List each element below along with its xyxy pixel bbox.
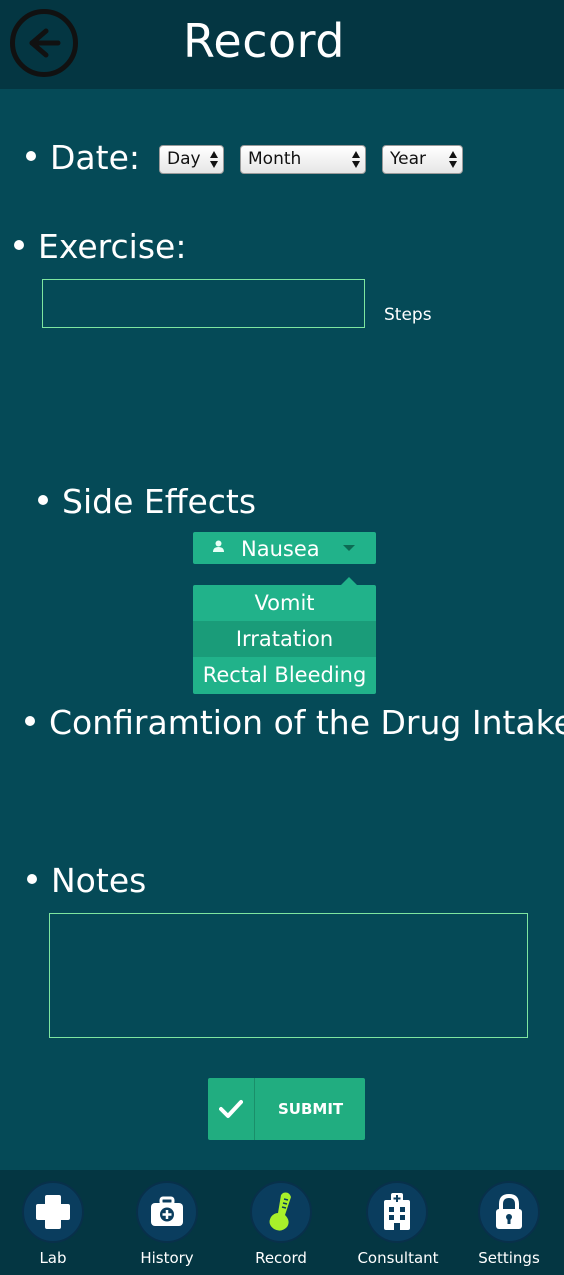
exercise-label: Exercise: [14, 227, 186, 266]
bullet [14, 239, 24, 250]
drug-intake-label: Confiramtion of the Drug Intake [25, 703, 564, 742]
check-area [208, 1078, 255, 1140]
thermometer-icon [269, 1192, 291, 1231]
nav-icon-circle [478, 1181, 540, 1243]
bullet [27, 873, 37, 884]
month-select[interactable]: Month [240, 145, 366, 174]
menu-pointer [341, 577, 357, 585]
nav-icon-circle [366, 1181, 428, 1243]
steps-input[interactable] [42, 279, 365, 328]
submit-button[interactable]: SUBMIT [208, 1078, 365, 1140]
lock-icon [496, 1193, 522, 1229]
nav-item-record[interactable]: Record [226, 1170, 336, 1275]
menu-item-rectal-bleeding[interactable]: Rectal Bleeding [193, 657, 376, 693]
select-arrows-icon [210, 151, 219, 169]
hospital-icon [384, 1193, 410, 1230]
nav-icon-circle [22, 1181, 84, 1243]
notes-textarea[interactable] [49, 913, 528, 1038]
nav-label-consultant: Consultant [357, 1249, 439, 1267]
header-bar: Record [0, 0, 564, 89]
nav-label-history: History [140, 1249, 194, 1267]
menu-item-vomit[interactable]: Vomit [193, 585, 376, 621]
medical-kit-icon [151, 1196, 183, 1226]
nav-label-record: Record [255, 1249, 307, 1267]
nav-item-settings[interactable]: Settings [454, 1170, 564, 1275]
menu-item-irratation[interactable]: Irratation [193, 621, 376, 657]
page-title: Record [183, 14, 345, 68]
nav-icon-circle [136, 1181, 198, 1243]
user-icon [213, 540, 224, 552]
year-select-value: Year [390, 149, 426, 169]
side-effects-dropdown[interactable]: Nausea [193, 532, 376, 564]
side-effects-label: Side Effects [38, 482, 256, 521]
bullet [26, 150, 36, 161]
check-icon [219, 1100, 243, 1118]
side-effects-selected: Nausea [241, 537, 320, 561]
chevron-down-icon [343, 545, 355, 551]
notes-label: Notes [27, 861, 146, 900]
side-effects-menu: Vomit Irratation Rectal Bleeding [193, 585, 376, 694]
year-select[interactable]: Year [382, 145, 463, 174]
cross-icon [36, 1195, 70, 1229]
nav-item-consultant[interactable]: Consultant [344, 1170, 454, 1275]
nav-icon-circle [250, 1181, 312, 1243]
steps-unit-label: Steps [384, 305, 432, 325]
nav-item-history[interactable]: History [112, 1170, 222, 1275]
select-arrows-icon [352, 151, 361, 169]
bottom-nav: Lab History Record Consultant Settings [0, 1170, 564, 1275]
nav-label-settings: Settings [478, 1249, 540, 1267]
month-select-value: Month [248, 149, 302, 169]
nav-item-lab[interactable]: Lab [0, 1170, 110, 1275]
day-select[interactable]: Day [159, 145, 224, 174]
day-select-value: Day [167, 149, 201, 169]
nav-label-lab: Lab [39, 1249, 67, 1267]
bullet [25, 715, 35, 726]
date-label: Date: [26, 138, 140, 177]
bullet [38, 494, 48, 505]
submit-label: SUBMIT [278, 1100, 344, 1118]
select-arrows-icon [449, 151, 458, 169]
